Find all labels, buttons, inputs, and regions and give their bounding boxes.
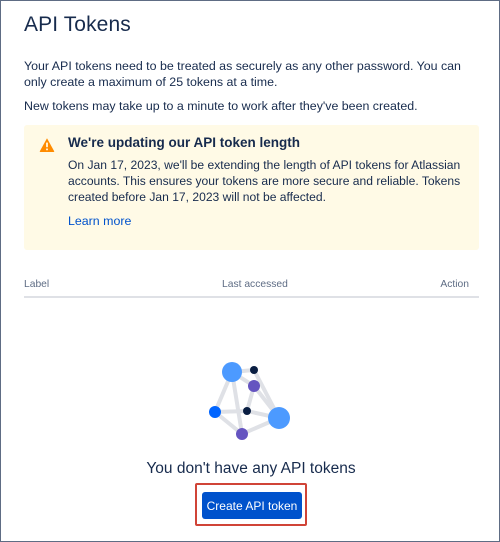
tokens-table-header: Label Last accessed Action: [24, 275, 479, 298]
intro-note: New tokens may take up to a minute to wo…: [24, 99, 418, 113]
notice-body: On Jan 17, 2023, we'll be extending the …: [68, 158, 461, 204]
api-tokens-page: API Tokens Your API tokens need to be tr…: [0, 0, 500, 542]
learn-more-link[interactable]: Learn more: [68, 214, 131, 228]
page-title: API Tokens: [24, 13, 131, 36]
warning-icon: [39, 138, 55, 152]
column-header-action: Action: [440, 279, 469, 290]
token-network-illustration: [209, 362, 290, 440]
column-header-last-accessed: Last accessed: [222, 279, 288, 290]
empty-state-title: You don't have any API tokens: [146, 460, 356, 477]
notice-title: We're updating our API token length: [68, 135, 300, 150]
notice-banner: We're updating our API token length On J…: [24, 125, 479, 250]
column-header-label: Label: [24, 279, 50, 290]
create-api-token-button[interactable]: Create API token: [202, 492, 302, 519]
intro-text: Your API tokens need to be treated as se…: [24, 59, 461, 89]
